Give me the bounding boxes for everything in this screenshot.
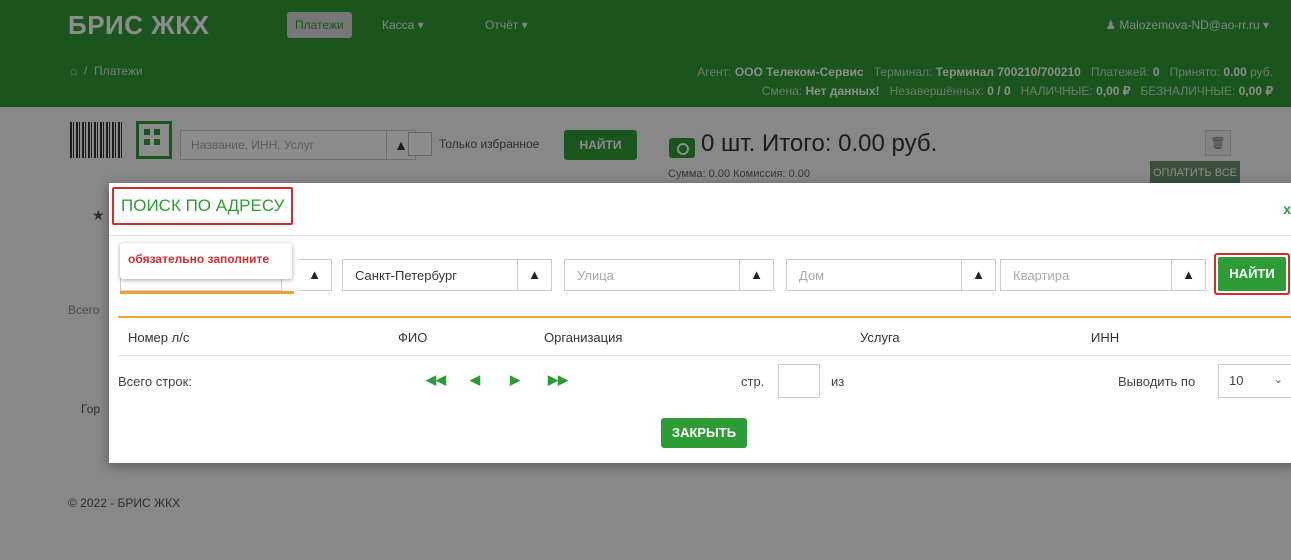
- find-button[interactable]: НАЙТИ: [1214, 253, 1290, 295]
- close-icon[interactable]: x: [1283, 201, 1291, 217]
- modal-divider: [109, 235, 1291, 236]
- last-page-icon[interactable]: ▶▶: [548, 372, 568, 388]
- page-number-input[interactable]: [778, 364, 820, 398]
- required-tooltip: обязательно заполните: [120, 243, 292, 279]
- modal-title: ПОИСК ПО АДРЕСУ: [112, 187, 294, 225]
- total-rows-label: Всего строк:: [118, 374, 192, 389]
- column-organization[interactable]: Организация: [544, 330, 622, 345]
- house-input[interactable]: Дом: [786, 259, 962, 291]
- eraser-icon[interactable]: ▲: [298, 259, 332, 291]
- page-label: стр.: [741, 374, 765, 389]
- address-search-modal: ПОИСК ПО АДРЕСУ x ▲ обязательно заполнит…: [109, 183, 1291, 463]
- apartment-input[interactable]: Квартира: [1000, 259, 1172, 291]
- eraser-icon[interactable]: ▲: [740, 259, 774, 291]
- eraser-icon[interactable]: ▲: [1172, 259, 1206, 291]
- of-label: из: [831, 374, 845, 389]
- find-button-label: НАЙТИ: [1218, 257, 1286, 291]
- column-account-number[interactable]: Номер л/с: [128, 330, 189, 345]
- next-page-icon[interactable]: ▶: [510, 372, 520, 388]
- required-underline: [120, 291, 294, 294]
- column-inn[interactable]: ИНН: [1091, 330, 1119, 345]
- first-page-icon[interactable]: ◀◀: [426, 372, 446, 388]
- per-page-label: Выводить по: [1118, 374, 1196, 389]
- eraser-icon[interactable]: ▲: [962, 259, 996, 291]
- street-input[interactable]: Улица: [564, 259, 740, 291]
- column-service[interactable]: Услуга: [860, 330, 900, 345]
- chevron-down-icon: ⌄: [1273, 374, 1283, 386]
- prev-page-icon[interactable]: ◀: [470, 372, 480, 388]
- per-page-value: 10: [1229, 373, 1244, 388]
- column-full-name[interactable]: ФИО: [398, 330, 427, 345]
- pagination-row: Всего строк: ◀◀ ◀ ▶ ▶▶ стр. из Выводить …: [118, 364, 1291, 400]
- per-page-select[interactable]: 10 ⌄: [1218, 364, 1291, 398]
- eraser-icon[interactable]: ▲: [518, 259, 552, 291]
- city-input[interactable]: Санкт-Петербург: [342, 259, 518, 291]
- close-button[interactable]: ЗАКРЫТЬ: [661, 418, 747, 448]
- results-table-header: Номер л/с ФИО Организация Услуга ИНН: [118, 318, 1291, 356]
